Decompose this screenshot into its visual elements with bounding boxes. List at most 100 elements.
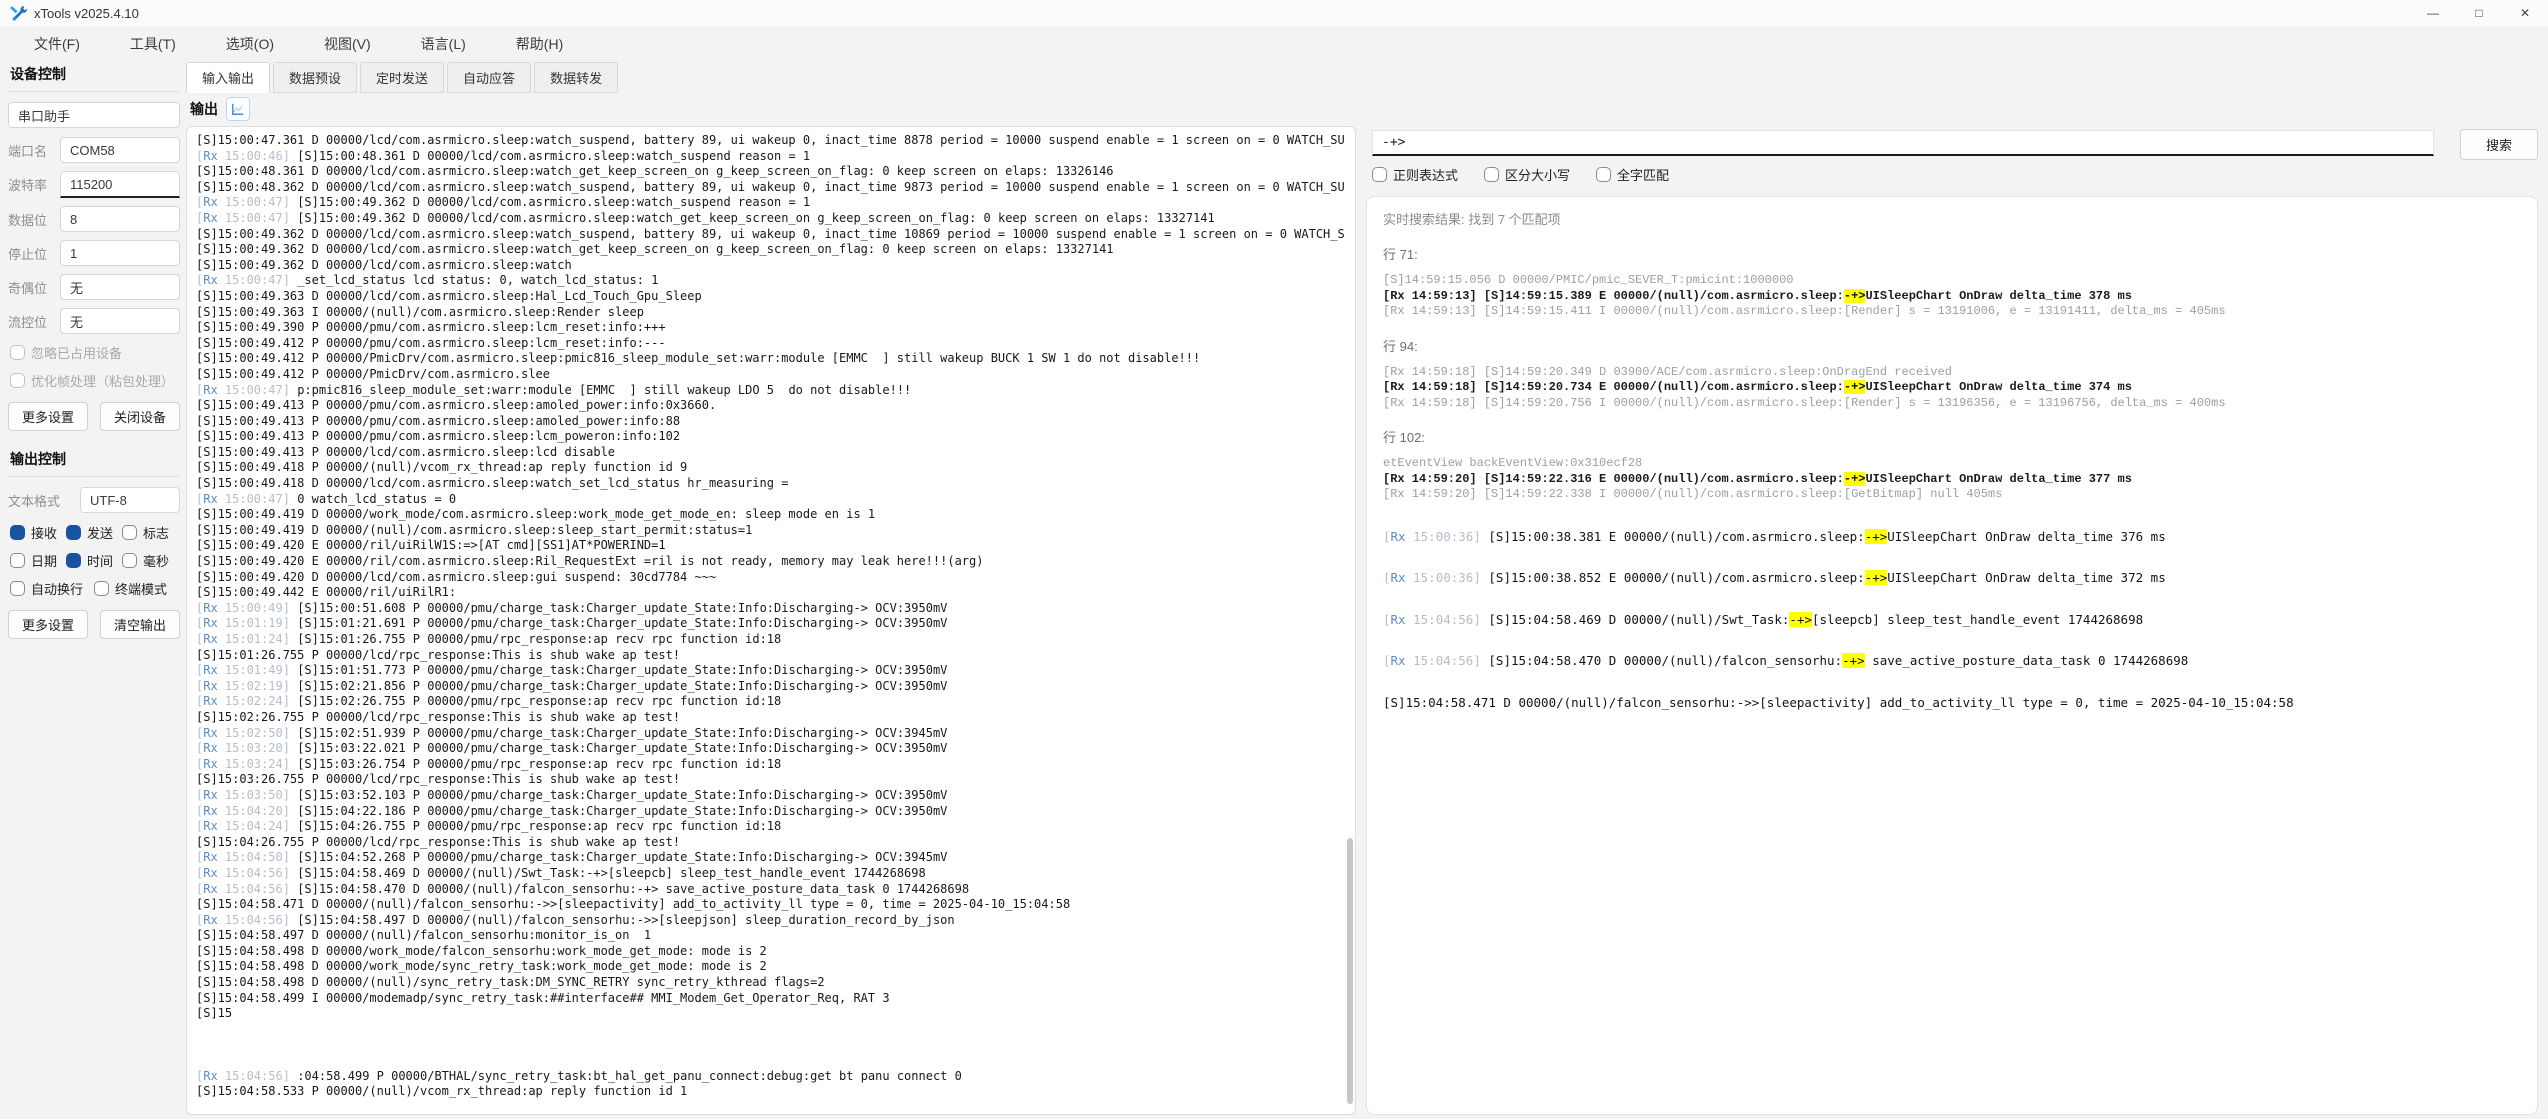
minimize-icon[interactable]: — [2410,0,2456,26]
menu-language[interactable]: 语言(L) [403,28,498,60]
menu-help[interactable]: 帮助(H) [498,28,595,60]
ms-option[interactable]: 毫秒 [122,551,178,570]
maximize-icon[interactable]: □ [2456,0,2502,26]
stopbits-field-row: 停止位 1 [8,240,180,266]
flowctrl-select[interactable]: 无 [60,308,180,334]
log-scrollbar[interactable] [1347,838,1353,1104]
device-control-header: 设备控制 [8,60,180,92]
log-line: [S]15:04:58.498 D 00000/work_mode/falcon… [196,944,1345,960]
regex-label: 正则表达式 [1393,165,1458,184]
output-options-row-3: 自动换行 终端模式 [10,579,178,598]
tool-type-select[interactable]: 串口助手 [8,102,180,128]
time-checkbox[interactable] [66,553,81,568]
log-line: [S]15:00:49.419 D 00000/work_mode/com.as… [196,507,1345,523]
time-option[interactable]: 时间 [66,551,122,570]
ms-checkbox[interactable] [122,553,137,568]
regex-checkbox[interactable] [1372,167,1387,182]
date-label: 日期 [31,551,57,570]
case-sensitive-option[interactable]: 区分大小写 [1484,165,1570,184]
output-buttons: 更多设置 清空输出 [8,610,180,639]
terminal-checkbox[interactable] [94,581,109,596]
flag-checkbox[interactable] [122,525,137,540]
menu-bar: 文件(F) 工具(T) 选项(O) 视图(V) 语言(L) 帮助(H) [0,26,2548,62]
log-line: [Rx 15:04:56] [S]15:04:58.470 D 00000/(n… [1383,653,2521,669]
result-context-line: [Rx 14:59:20] [S]14:59:22.338 I 00000/(n… [1383,487,2521,503]
ms-label: 毫秒 [143,551,169,570]
text-format-row: 文本格式 UTF-8 [8,487,180,513]
tx-option[interactable]: 发送 [66,523,122,542]
regex-option[interactable]: 正则表达式 [1372,165,1458,184]
frame-optimize-option[interactable]: 优化帧处理（粘包处理） [10,371,178,390]
log-line: [S]15:00:49.413 P 00000/pmu/com.asrmicro… [196,398,1345,414]
log-line: [S]15:01:26.755 P 00000/lcd/rpc_response… [196,648,1345,664]
result-line-label: 行 71: [1383,244,2521,263]
text-format-label: 文本格式 [8,491,80,510]
rx-checkbox[interactable] [10,525,25,540]
parity-select[interactable]: 无 [60,274,180,300]
result-match-line: [Rx 14:59:13] [S]14:59:15.389 E 00000/(n… [1383,289,2521,305]
port-select[interactable]: COM58 [60,137,180,163]
search-input[interactable] [1372,130,2434,156]
terminal-option[interactable]: 终端模式 [94,579,178,598]
log-line: [S]15:00:49.412 P 00000/pmu/com.asrmicro… [196,336,1345,352]
rx-option[interactable]: 接收 [10,523,66,542]
stopbits-label: 停止位 [8,244,60,263]
stopbits-select[interactable]: 1 [60,240,180,266]
output-section-header: 输出 [190,97,250,121]
whole-word-option[interactable]: 全字匹配 [1596,165,1669,184]
log-line: [Rx 15:02:19] [S]15:02:21.856 P 00000/pm… [196,679,1345,695]
menu-view[interactable]: 视图(V) [306,28,403,60]
flowctrl-label: 流控位 [8,312,60,331]
flowctrl-field-row: 流控位 无 [8,308,180,334]
databits-select[interactable]: 8 [60,206,180,232]
ignore-occupied-checkbox[interactable] [10,345,25,360]
flag-option[interactable]: 标志 [122,523,178,542]
log-line: [S]15:04:58.498 D 00000/(null)/sync_retr… [196,975,1345,991]
close-icon[interactable]: ✕ [2502,0,2548,26]
tx-checkbox[interactable] [66,525,81,540]
menu-options[interactable]: 选项(O) [208,28,306,60]
date-option[interactable]: 日期 [10,551,66,570]
log-line [196,1037,1345,1053]
log-line: [S]15:04:58.498 D 00000/work_mode/sync_r… [196,959,1345,975]
port-label: 端口名 [8,141,60,160]
databits-field-row: 数据位 8 [8,206,180,232]
port-field-row: 端口名 COM58 [8,137,180,163]
autowrap-option[interactable]: 自动换行 [10,579,94,598]
log-line: [S]15:00:49.362 D 00000/lcd/com.asrmicro… [196,242,1345,258]
tab-auto-reply[interactable]: 自动应答 [447,62,531,93]
log-output-area[interactable]: [S]15:00:47.361 D 00000/lcd/com.asrmicro… [186,126,1356,1115]
result-context-block: [Rx 14:59:18] [S]14:59:20.349 D 03900/AC… [1383,365,2521,412]
log-line: [S]15:00:49.412 P 00000/PmicDrv/com.asrm… [196,367,1345,383]
waveform-icon[interactable] [226,97,250,121]
search-button[interactable]: 搜索 [2460,129,2538,160]
tab-timed-send[interactable]: 定时发送 [360,62,444,93]
whole-word-checkbox[interactable] [1596,167,1611,182]
clear-output-button[interactable]: 清空输出 [100,610,180,639]
output-more-settings-button[interactable]: 更多设置 [8,610,88,639]
case-sensitive-checkbox[interactable] [1484,167,1499,182]
log-line: [Rx 15:01:19] [S]15:01:21.691 P 00000/pm… [196,616,1345,632]
result-line-label: 行 102: [1383,427,2521,446]
date-checkbox[interactable] [10,553,25,568]
log-line [196,1053,1345,1069]
ignore-occupied-option[interactable]: 忽略已占用设备 [10,343,178,362]
log-line: [S]15:03:26.755 P 00000/lcd/rpc_response… [196,772,1345,788]
autowrap-checkbox[interactable] [10,581,25,596]
more-settings-button[interactable]: 更多设置 [8,402,88,431]
search-results-panel[interactable]: 实时搜索结果: 找到 7 个匹配项 行 71:[S]14:59:15.056 D… [1366,196,2538,1115]
parity-field-row: 奇偶位 无 [8,274,180,300]
text-format-select[interactable]: UTF-8 [80,487,180,513]
close-device-button[interactable]: 关闭设备 [100,402,180,431]
baud-input[interactable]: 115200 [60,171,180,198]
title-bar: xTools v2025.4.10 — □ ✕ [0,0,2548,26]
menu-file[interactable]: 文件(F) [16,28,112,60]
frame-optimize-checkbox[interactable] [10,373,25,388]
tab-data-forward[interactable]: 数据转发 [534,62,618,93]
log-line: [S]15:00:49.419 D 00000/(null)/com.asrmi… [196,523,1345,539]
device-control-panel: 设备控制 串口助手 端口名 COM58 波特率 115200 数据位 8 停止位… [8,60,180,1119]
tab-input-output[interactable]: 输入输出 [186,62,270,93]
menu-tools[interactable]: 工具(T) [112,28,208,60]
tab-data-presets[interactable]: 数据预设 [273,62,357,93]
search-result-singles: [Rx 15:00:36] [S]15:00:38.381 E 00000/(n… [1383,529,2521,711]
